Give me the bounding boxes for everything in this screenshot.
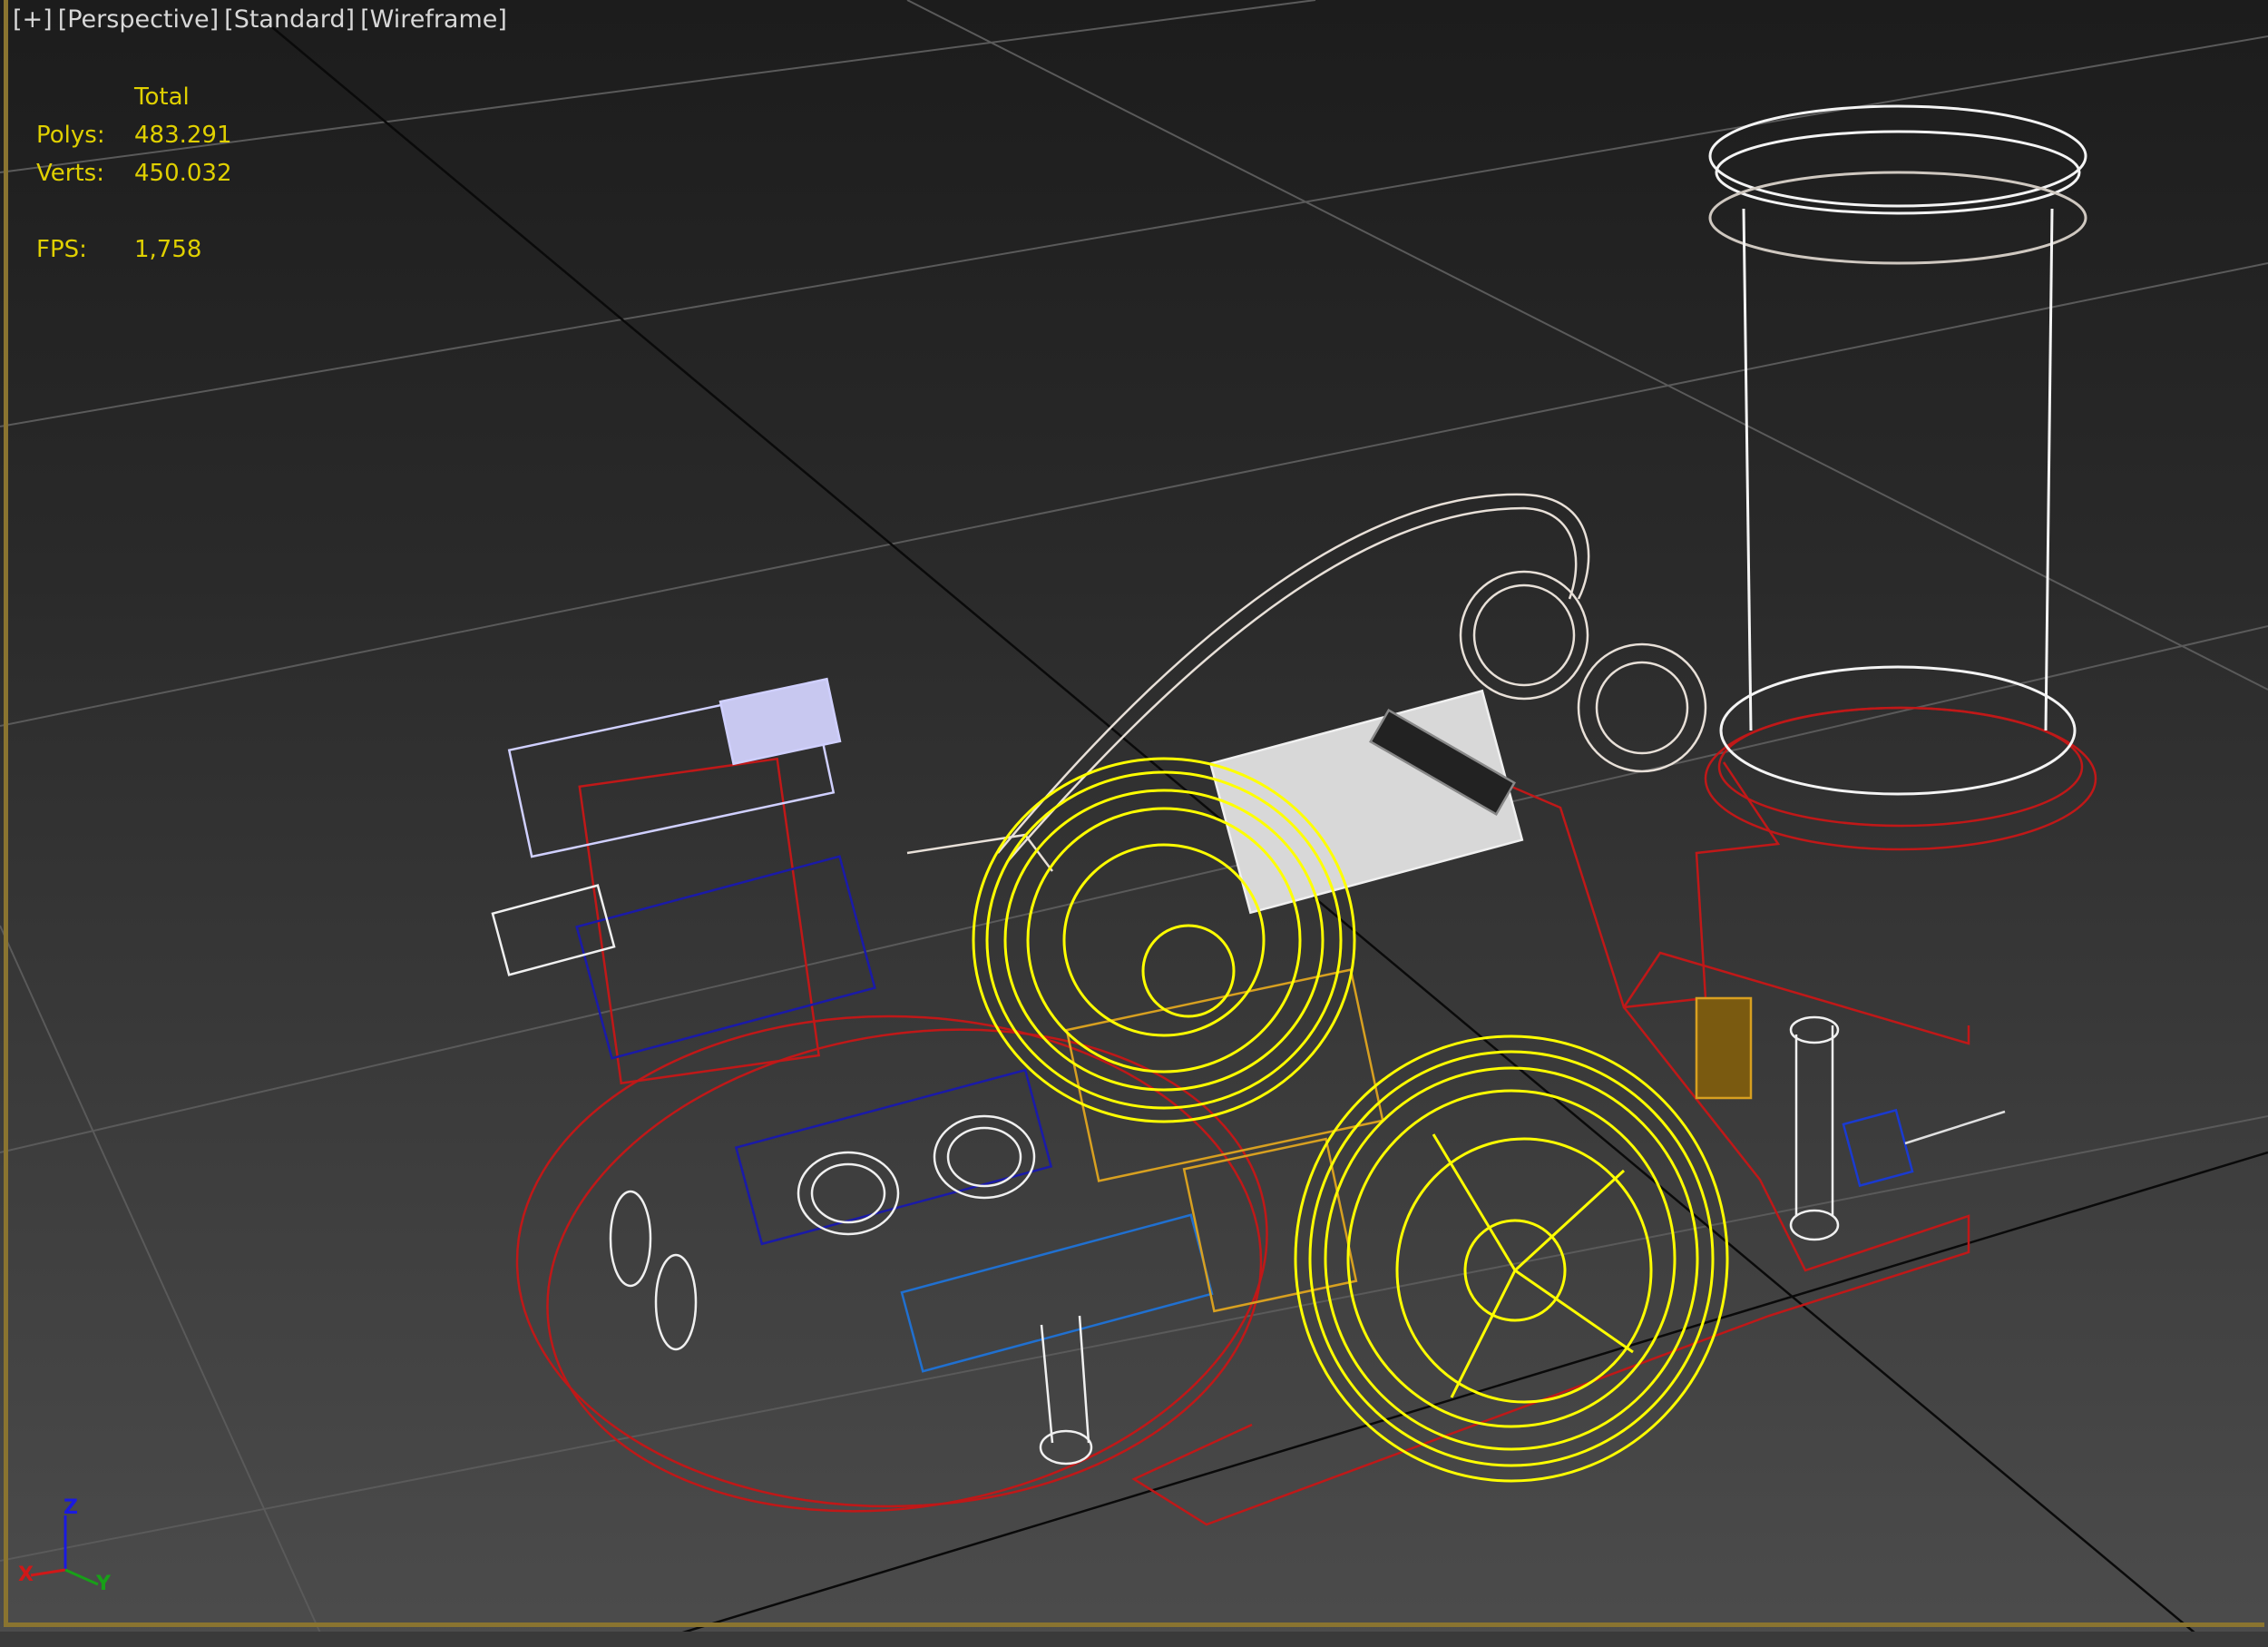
axis-gizmo: Z X Y	[18, 1496, 112, 1595]
stats-total-header: Total	[134, 83, 190, 111]
polys-label: Polys:	[36, 122, 105, 149]
statistics-overlay: Total Polys: 483.291 Verts: 450.032 FPS: 1,…	[36, 78, 232, 269]
axis-z-label: Z	[64, 1496, 78, 1519]
viewport-bottom-edge	[0, 1632, 2268, 1647]
verts-label: Verts:	[36, 160, 104, 187]
viewport-point-of-view-menu[interactable]: [Perspective]	[58, 5, 219, 34]
viewport-shading-menu[interactable]: [Standard]	[224, 5, 355, 34]
wireframe-scene[interactable]: Z X Y	[0, 0, 2268, 1647]
polys-value: 483.291	[134, 122, 232, 149]
axis-y-label: Y	[95, 1573, 112, 1595]
ultrasonic-sensor-wireframe	[491, 884, 1840, 1466]
water-tank-cylinder	[1708, 104, 2087, 796]
home-grid	[0, 0, 2268, 1647]
fps-label: FPS:	[36, 236, 87, 263]
viewport-display-mode-menu[interactable]: [Wireframe]	[360, 5, 507, 34]
selected-wheel-right[interactable]	[1294, 1034, 1729, 1483]
perspective-viewport[interactable]: Z X Y [+] [Perspective] [Standard] [Wire…	[0, 0, 2268, 1647]
viewport-label-menu: [+] [Perspective] [Standard] [Wireframe]	[13, 5, 507, 34]
verts-value: 450.032	[134, 160, 232, 187]
viewport-general-menu[interactable]: [+]	[13, 5, 53, 34]
fps-value: 1,758	[134, 236, 202, 263]
axis-x-label: X	[18, 1564, 34, 1586]
